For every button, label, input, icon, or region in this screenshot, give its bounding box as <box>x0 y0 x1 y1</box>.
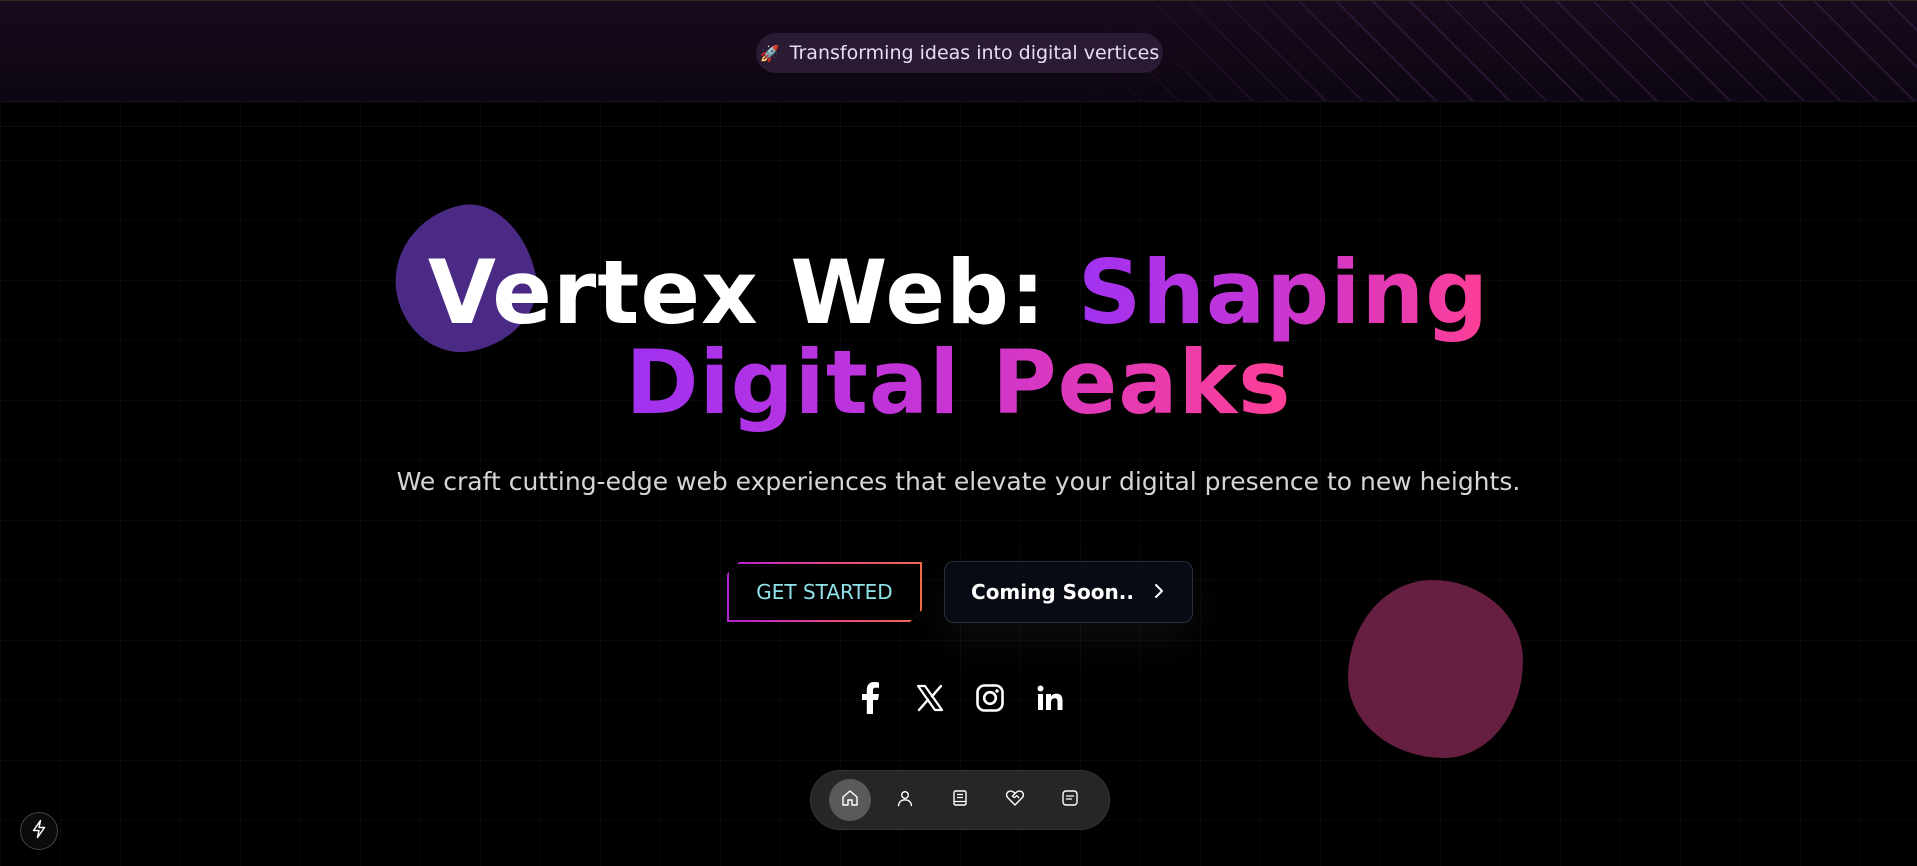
instagram-icon[interactable] <box>970 678 1010 718</box>
facebook-icon[interactable] <box>850 678 890 718</box>
dock-about[interactable] <box>884 779 926 821</box>
chevron-right-icon <box>1152 580 1166 604</box>
hero-title-part1: Vertex Web: <box>427 241 1078 344</box>
message-icon <box>1061 789 1079 811</box>
bottom-dock-nav <box>810 770 1110 830</box>
announcement-pill: 🚀 Transforming ideas into digital vertic… <box>756 33 1163 73</box>
dock-projects[interactable] <box>939 779 981 821</box>
hero-title: Vertex Web: Shaping Digital Peaks <box>0 248 1917 428</box>
linkedin-icon[interactable] <box>1030 678 1070 718</box>
banner-stripes <box>1067 1 1917 101</box>
get-started-label: GET STARTED <box>756 580 893 604</box>
divider <box>0 126 1917 127</box>
coming-soon-label: Coming Soon.. <box>971 580 1134 604</box>
book-icon <box>951 789 969 811</box>
hero-title-part3: Digital Peaks <box>625 331 1292 434</box>
home-icon <box>841 789 859 811</box>
quick-action-button[interactable] <box>20 812 58 850</box>
maroon-blob <box>1348 580 1523 758</box>
dock-contact[interactable] <box>1049 779 1091 821</box>
social-links <box>850 678 1070 718</box>
announcement-text: Transforming ideas into digital vertices <box>789 42 1160 64</box>
get-started-button[interactable]: GET STARTED <box>727 562 922 622</box>
hero-subtitle: We craft cutting-edge web experiences th… <box>396 467 1521 496</box>
dock-home[interactable] <box>829 779 872 821</box>
x-icon[interactable] <box>910 678 950 718</box>
user-icon <box>896 789 914 811</box>
hero-title-part2: Shaping <box>1077 241 1490 344</box>
lightning-icon <box>31 819 47 843</box>
rocket-icon: 🚀 <box>759 43 780 63</box>
top-banner: 🚀 Transforming ideas into digital vertic… <box>0 0 1917 102</box>
heart-handshake-icon <box>1005 789 1025 811</box>
coming-soon-button[interactable]: Coming Soon.. <box>944 561 1193 623</box>
dock-services[interactable] <box>994 779 1036 821</box>
